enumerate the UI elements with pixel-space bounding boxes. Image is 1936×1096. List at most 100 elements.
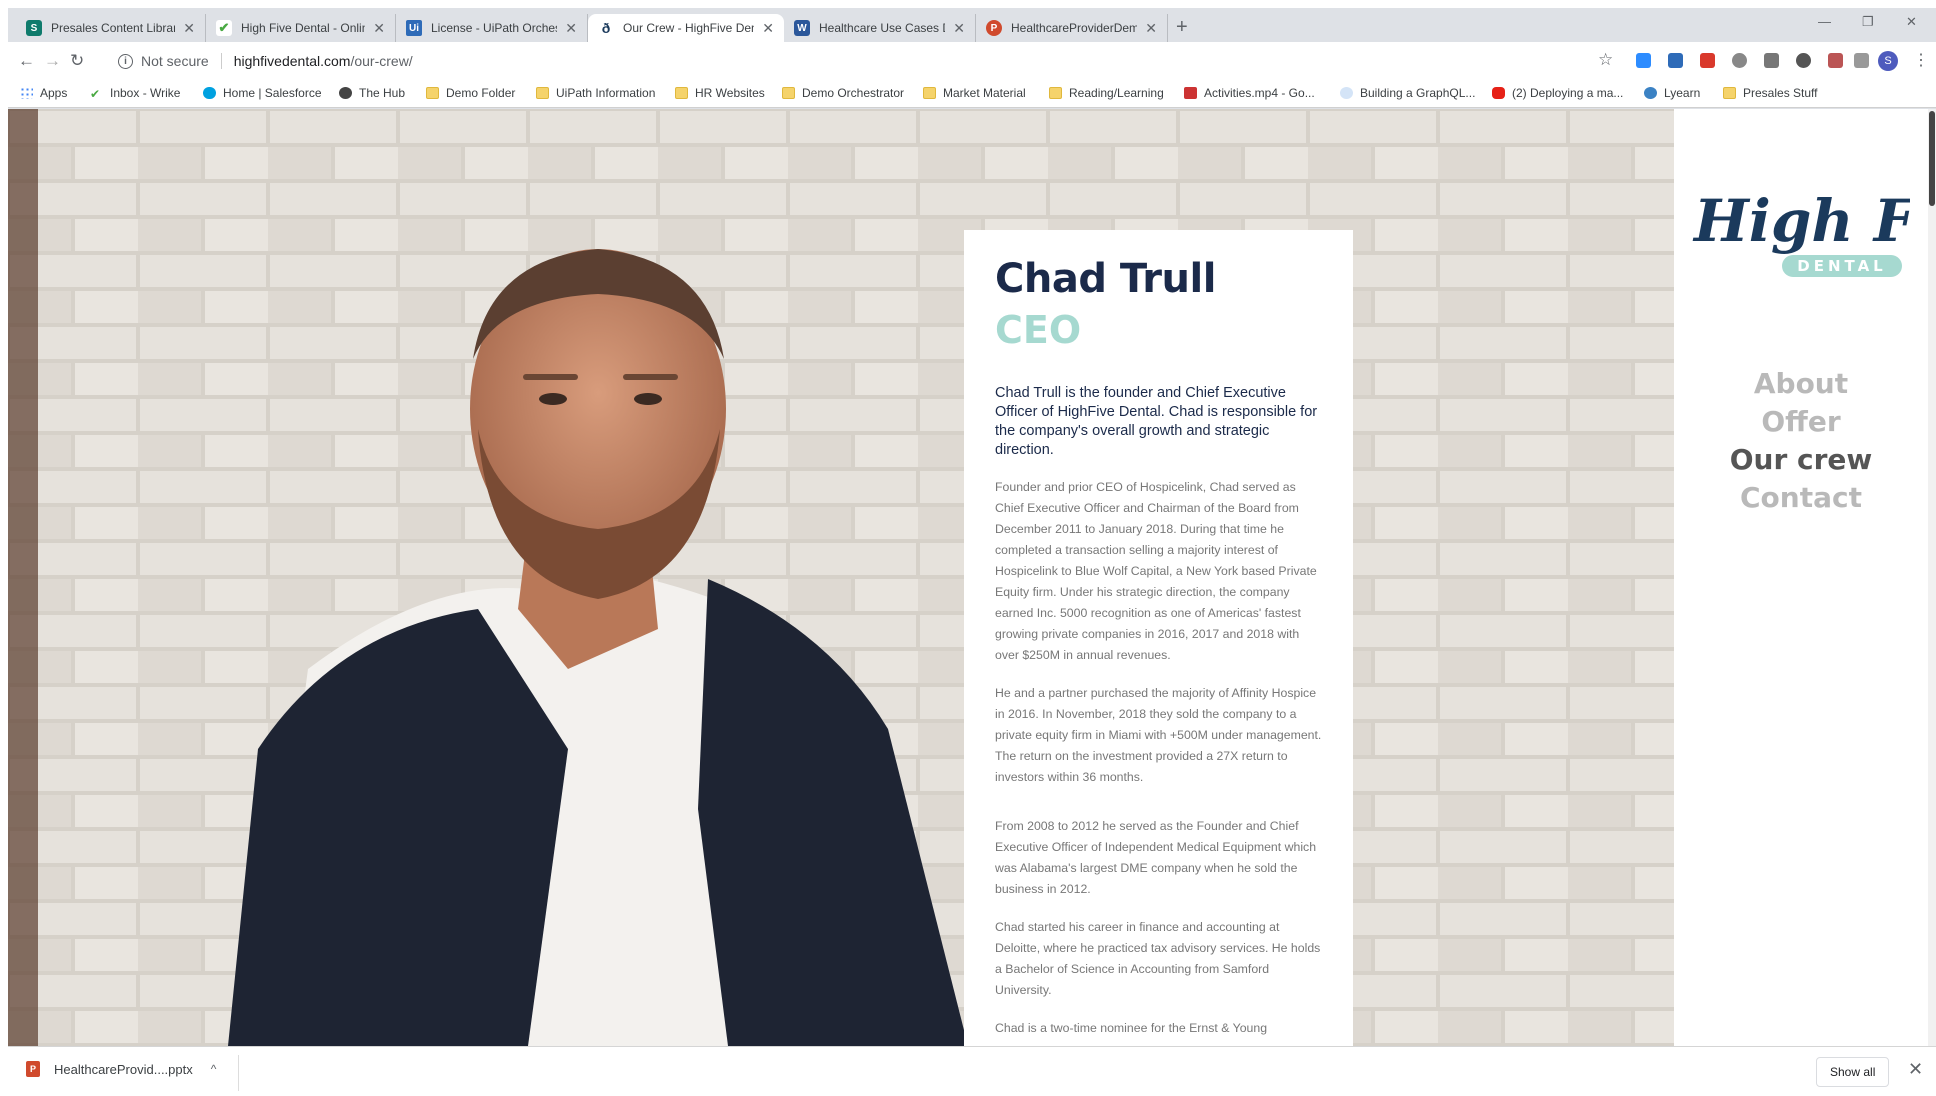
- uipath-extension-icon[interactable]: [1668, 53, 1683, 68]
- zoom-extension-icon[interactable]: [1636, 53, 1651, 68]
- bookmark-label: Inbox - Wrike: [110, 86, 181, 100]
- tab-title: High Five Dental - Online Demo: [241, 21, 366, 35]
- tab-online-demo[interactable]: ✔ High Five Dental - Online Demo ✕: [206, 14, 396, 42]
- globe-icon: [339, 87, 352, 99]
- folder-icon: [675, 87, 688, 99]
- bookmark-star-icon[interactable]: ☆: [1598, 50, 1613, 70]
- close-icon[interactable]: ✕: [1145, 20, 1157, 37]
- show-all-button[interactable]: Show all: [1816, 1057, 1890, 1087]
- back-button[interactable]: ←: [18, 51, 35, 71]
- bookmark-youtube[interactable]: (2) Deploying a ma...: [1492, 86, 1623, 100]
- bookmark-label: HR Websites: [695, 86, 765, 100]
- office-extension-icon[interactable]: [1700, 53, 1715, 68]
- tab-title: HealthcareProviderDemoDeckv2: [1011, 21, 1138, 35]
- vertical-scrollbar[interactable]: [1928, 109, 1936, 1046]
- pdf-extension-icon[interactable]: [1828, 53, 1843, 68]
- forward-button[interactable]: →: [44, 51, 61, 71]
- folder-icon: [536, 87, 549, 99]
- restore-button[interactable]: ❐: [1862, 14, 1874, 30]
- bookmark-label: Building a GraphQL...: [1360, 86, 1476, 100]
- tab-healthcare-kit[interactable]: W Healthcare Use Cases Demo Kit.d ✕: [784, 14, 976, 42]
- url-host: highfivedental.com: [233, 53, 351, 69]
- chevron-up-icon[interactable]: ^: [211, 1062, 217, 1076]
- nav-about[interactable]: About: [1674, 365, 1928, 403]
- highfive-icon: ð: [598, 20, 614, 36]
- bio-paragraph: From 2008 to 2012 he served as the Found…: [995, 819, 1317, 896]
- tab-title: Our Crew - HighFive Dental LLC |: [623, 21, 754, 35]
- bio-paragraph: He and a partner purchased the majority …: [995, 686, 1322, 784]
- tab-strip: S Presales Content Library - Home ✕ ✔ Hi…: [8, 8, 1936, 42]
- menu-icon[interactable]: ⋮: [1913, 50, 1929, 70]
- tab-title: Presales Content Library - Home: [51, 21, 176, 35]
- bookmark-demo-folder[interactable]: Demo Folder: [426, 86, 515, 100]
- nav-our-crew[interactable]: Our crew: [1674, 441, 1928, 479]
- divider: [220, 53, 222, 69]
- bookmark-presales-stuff[interactable]: Presales Stuff: [1723, 86, 1817, 100]
- bookmark-demo-orchestrator[interactable]: Demo Orchestrator: [782, 86, 904, 100]
- profile-avatar[interactable]: S: [1878, 51, 1898, 71]
- powerpoint-icon: P: [986, 20, 1002, 36]
- puzzle-extension-icon[interactable]: [1854, 53, 1869, 68]
- bookmark-salesforce[interactable]: Home | Salesforce: [203, 86, 322, 100]
- apps-icon: [20, 87, 33, 99]
- portrait-photo: [8, 109, 1674, 1046]
- profile-lead: Chad Trull is the founder and Chief Exec…: [995, 385, 1318, 458]
- logo-subtext: DENTAL: [1797, 257, 1887, 275]
- bookmark-reading[interactable]: Reading/Learning: [1049, 86, 1164, 100]
- close-icon[interactable]: ✕: [762, 20, 774, 37]
- bookmark-hr-websites[interactable]: HR Websites: [675, 86, 765, 100]
- close-icon[interactable]: ✕: [953, 20, 965, 37]
- info-icon[interactable]: i: [118, 53, 133, 69]
- bookmark-label: (2) Deploying a ma...: [1512, 86, 1624, 100]
- nav-contact[interactable]: Contact: [1674, 479, 1928, 517]
- cloud-extension-icon[interactable]: [1732, 53, 1747, 68]
- site-nav: About Offer Our crew Contact: [1674, 365, 1928, 517]
- bookmark-the-hub[interactable]: The Hub: [339, 86, 405, 100]
- divider: [238, 1055, 239, 1091]
- person-name: Chad Trull: [995, 256, 1216, 302]
- bookmark-uipath-info[interactable]: UiPath Information: [536, 86, 655, 100]
- nav-offer[interactable]: Offer: [1674, 403, 1928, 441]
- person-role: CEO: [995, 308, 1082, 352]
- folder-icon: [1723, 87, 1736, 99]
- tab-uipath-license[interactable]: Ui License - UiPath Orchestrator ✕: [396, 14, 588, 42]
- tab-demo-deck[interactable]: P HealthcareProviderDemoDeckv2 ✕: [976, 14, 1168, 42]
- site-sidebar: High Five DENTAL About Offer Our crew Co…: [1674, 109, 1928, 1046]
- close-icon[interactable]: ✕: [373, 20, 385, 37]
- logo-text: High Five: [1692, 187, 1910, 255]
- bookmark-label: Reading/Learning: [1069, 86, 1164, 100]
- bookmark-lyearn[interactable]: Lyearn: [1644, 86, 1700, 100]
- tab-presales-library[interactable]: S Presales Content Library - Home ✕: [16, 14, 206, 42]
- highfive-dental-logo[interactable]: High Five DENTAL: [1690, 171, 1910, 301]
- minimize-button[interactable]: —: [1818, 14, 1831, 29]
- bookmark-label: UiPath Information: [556, 86, 656, 100]
- bookmark-wrike[interactable]: ✔ Inbox - Wrike: [90, 86, 181, 101]
- page-extension-icon[interactable]: [1764, 53, 1779, 68]
- bookmark-market-material[interactable]: Market Material: [923, 86, 1026, 100]
- reload-button[interactable]: ↻: [70, 51, 84, 71]
- download-item[interactable]: P HealthcareProvid....pptx ^: [26, 1061, 216, 1077]
- youtube-icon: [1492, 87, 1505, 99]
- folder-icon: [782, 87, 795, 99]
- bookmark-activities[interactable]: Activities.mp4 - Go...: [1184, 86, 1315, 100]
- close-icon[interactable]: ✕: [565, 20, 577, 37]
- download-shelf: P HealthcareProvid....pptx ^ Show all ✕: [8, 1046, 1936, 1096]
- wrike-icon: ✔: [90, 87, 101, 101]
- tab-title: Healthcare Use Cases Demo Kit.d: [819, 21, 945, 35]
- bookmark-label: Apps: [40, 86, 68, 100]
- new-tab-button[interactable]: +: [1176, 16, 1188, 39]
- bookmark-label: The Hub: [359, 86, 406, 100]
- close-icon[interactable]: ✕: [1908, 1059, 1923, 1080]
- close-window-button[interactable]: ✕: [1906, 14, 1917, 30]
- bookmark-label: Demo Orchestrator: [802, 86, 905, 100]
- download-filename: HealthcareProvid....pptx: [54, 1061, 193, 1077]
- bookmark-apps[interactable]: Apps: [20, 86, 67, 100]
- bookmark-label: Home | Salesforce: [223, 86, 322, 100]
- bookmark-graphql[interactable]: Building a GraphQL...: [1340, 86, 1475, 100]
- tab-our-crew[interactable]: ð Our Crew - HighFive Dental LLC | ✕: [588, 14, 784, 42]
- browser-toolbar: ← → ↻ i Not secure highfivedental.com/ou…: [8, 42, 1936, 80]
- scrollbar-thumb[interactable]: [1929, 111, 1935, 206]
- circle-extension-icon[interactable]: [1796, 53, 1811, 68]
- address-bar[interactable]: i Not secure highfivedental.com/our-crew…: [118, 46, 1618, 76]
- close-icon[interactable]: ✕: [183, 20, 195, 37]
